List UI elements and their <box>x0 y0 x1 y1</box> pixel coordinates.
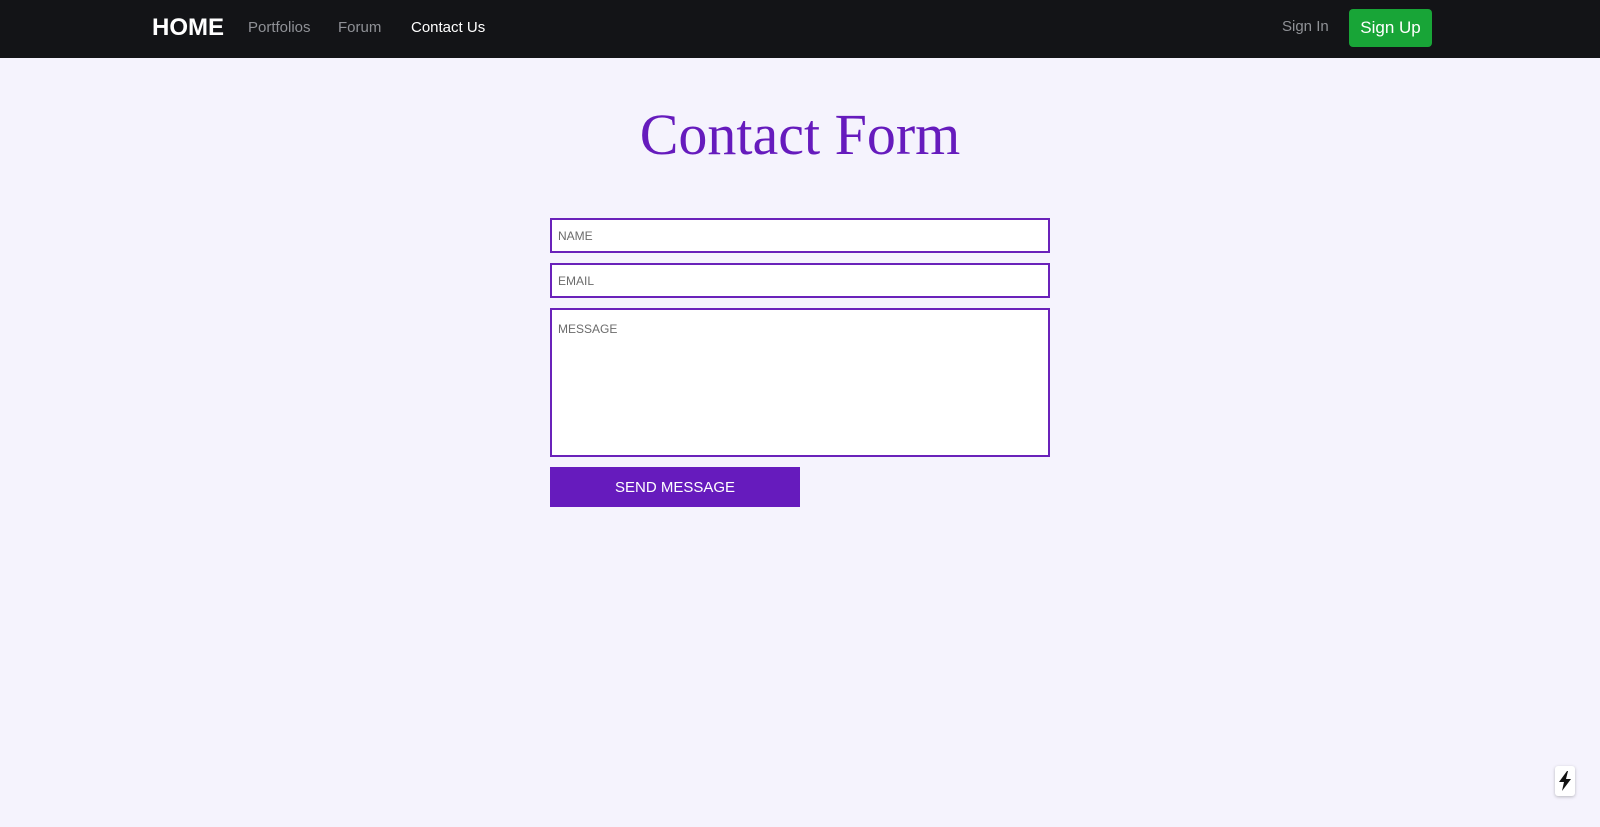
lightning-bolt-icon <box>1559 771 1571 791</box>
message-textarea[interactable] <box>550 308 1050 457</box>
page-title: Contact Form <box>639 102 961 167</box>
nav-link-forum[interactable]: Forum <box>338 19 381 37</box>
send-message-button[interactable]: SEND MESSAGE <box>550 467 800 507</box>
sign-up-button[interactable]: Sign Up <box>1349 9 1432 47</box>
nav-link-portfolios[interactable]: Portfolios <box>248 19 311 37</box>
name-input[interactable] <box>550 218 1050 253</box>
sign-in-link[interactable]: Sign In <box>1282 18 1329 36</box>
email-input[interactable] <box>550 263 1050 298</box>
floating-widget-button[interactable] <box>1555 766 1575 796</box>
nav-link-contact-us[interactable]: Contact Us <box>411 19 485 37</box>
home-brand-link[interactable]: HOME <box>152 13 224 43</box>
top-navbar: HOME Portfolios Forum Contact Us Sign In… <box>0 0 1600 58</box>
